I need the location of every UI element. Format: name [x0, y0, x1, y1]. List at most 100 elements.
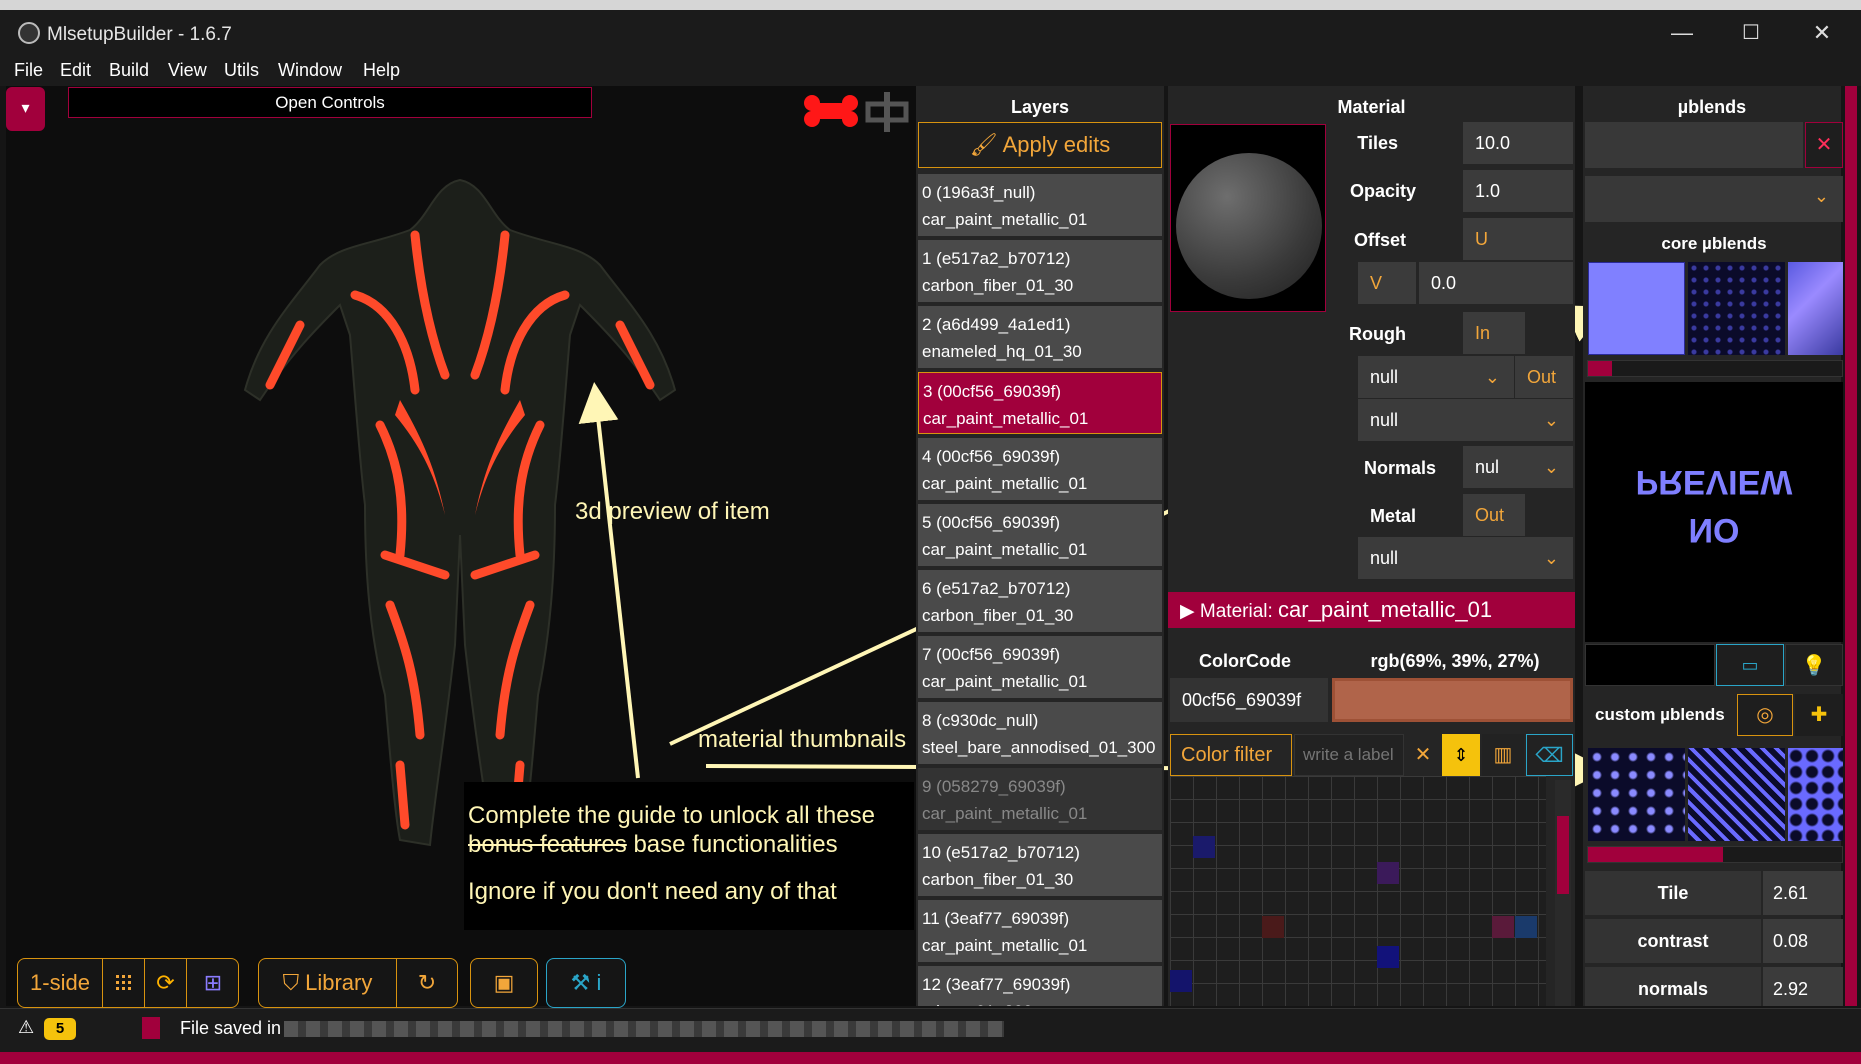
layer-item[interactable]: 4 (00cf56_69039f) car_paint_metallic_01 — [918, 438, 1162, 500]
scrollbar-thumb[interactable] — [1557, 816, 1569, 894]
layer-item[interactable]: 1 (e517a2_b70712) carbon_fiber_01_30 — [918, 240, 1162, 302]
clear-ublend-icon[interactable]: ✕ — [1805, 122, 1843, 168]
core-ublend-thumb[interactable] — [1788, 262, 1843, 355]
core-ublends-scrollbar[interactable] — [1587, 360, 1843, 377]
tiles-label: Tiles — [1357, 133, 1398, 153]
layer-item[interactable]: 12 (3eaf77_69039f) mirror_01_300 — [918, 966, 1162, 1006]
menu-view[interactable]: View — [168, 60, 207, 81]
layer-item[interactable]: 5 (00cf56_69039f) car_paint_metallic_01 — [918, 504, 1162, 566]
layer-item-disabled[interactable]: 9 (058279_69039f) car_paint_metallic_01 — [918, 768, 1162, 830]
custom-ublends-scrollbar[interactable] — [1587, 846, 1843, 863]
layer-item[interactable]: 6 (e517a2_b70712) carbon_fiber_01_30 — [918, 570, 1162, 632]
layer-item[interactable]: 7 (00cf56_69039f) car_paint_metallic_01 — [918, 636, 1162, 698]
menu-edit[interactable]: Edit — [60, 60, 91, 81]
metal-select[interactable]: null ⌄ — [1358, 537, 1573, 579]
sort-icon[interactable]: ⇕ — [1442, 734, 1480, 776]
build-info-button[interactable]: ⚒ i — [546, 958, 626, 1008]
color-filter-button[interactable]: Color filter — [1170, 734, 1292, 776]
package-button[interactable]: ▣ — [470, 958, 538, 1008]
material-collapse-bar[interactable]: ▶ Material: car_paint_metallic_01 — [1168, 592, 1575, 628]
lightbulb-icon[interactable]: 💡 — [1785, 644, 1843, 686]
minimize-button[interactable]: — — [1662, 20, 1702, 48]
material-sphere-preview[interactable] — [1170, 124, 1326, 312]
laptop-icon[interactable]: ▭ — [1716, 644, 1784, 686]
color-cell[interactable] — [1492, 916, 1514, 938]
clear-filter-icon[interactable]: ✕ — [1406, 734, 1440, 776]
core-ublend-thumb[interactable] — [1688, 262, 1785, 355]
custom-ublend-thumb[interactable] — [1688, 748, 1785, 841]
panel-scrollbar[interactable] — [1845, 86, 1857, 1006]
layer-item[interactable]: 0 (196a3f_null) car_paint_metallic_01 — [918, 174, 1162, 236]
rotate-button[interactable]: ⟳ — [145, 959, 187, 1007]
color-cell[interactable] — [1170, 970, 1192, 992]
filter-label-input[interactable] — [1294, 734, 1404, 776]
apply-edits-button[interactable]: 🖌 Apply edits — [918, 122, 1162, 168]
close-button[interactable]: ✕ — [1802, 20, 1842, 48]
view-toolbar: 1-side ⟳ ⊞ — [17, 958, 239, 1008]
tile-label: Tile — [1585, 871, 1761, 915]
warning-count-badge[interactable]: 5 — [44, 1018, 76, 1040]
color-cell[interactable] — [1377, 862, 1399, 884]
layer-item[interactable]: 2 (a6d499_4a1ed1) enameled_hq_01_30 — [918, 306, 1162, 368]
grid-scrollbar[interactable] — [1555, 780, 1571, 1006]
refresh-button[interactable]: ↻ — [397, 959, 457, 1007]
offset-v-input[interactable]: 0.0 — [1419, 262, 1573, 304]
uv-icon[interactable] — [864, 90, 910, 134]
layer-item[interactable]: 8 (c930dc_null) steel_bare_annodised_01_3… — [918, 702, 1162, 764]
color-cell[interactable] — [1515, 916, 1537, 938]
color-swatch[interactable] — [1332, 678, 1573, 722]
offset-u-input[interactable] — [1525, 218, 1573, 260]
color-cell[interactable] — [1377, 946, 1399, 968]
custom-ublend-thumb[interactable] — [1588, 748, 1685, 841]
contrast-input[interactable]: 0.08 — [1763, 919, 1843, 963]
preview-text-line-1: PREVIEW — [1635, 463, 1793, 501]
layer-material: car_paint_metallic_01 — [922, 540, 1088, 559]
rough-out-select[interactable]: null ⌄ — [1358, 399, 1573, 441]
layer-id: 8 (c930dc_null) — [922, 711, 1039, 730]
rough-in-select[interactable]: null ⌄ — [1358, 356, 1514, 398]
offset-label: Offset — [1353, 230, 1406, 250]
open-controls-bar[interactable]: Open Controls — [68, 87, 592, 118]
colorcode-value[interactable]: 00cf56_69039f — [1170, 678, 1328, 722]
layer-item[interactable]: 11 (3eaf77_69039f) car_paint_metallic_01 — [918, 900, 1162, 962]
core-ublend-thumb[interactable] — [1588, 262, 1685, 355]
ublend-path-field[interactable] — [1585, 122, 1803, 168]
color-cell[interactable] — [1262, 916, 1284, 938]
opacity-input[interactable]: 1.0 — [1463, 170, 1573, 212]
normals-select[interactable]: nul ⌄ — [1463, 446, 1573, 488]
material-title: Material — [1337, 97, 1406, 117]
color-grid[interactable] — [1170, 776, 1546, 1006]
layer-item[interactable]: 10 (e517a2_b70712) carbon_fiber_01_30 — [918, 834, 1162, 896]
puzzle-icon[interactable]: ✚ — [1795, 694, 1843, 736]
triangle-right-icon: ▶ — [1180, 601, 1195, 622]
library-button[interactable]: ⛉ Library — [259, 959, 397, 1007]
tiles-input[interactable]: 10.0 — [1463, 122, 1573, 164]
wireframe-button[interactable] — [103, 959, 145, 1007]
menu-build[interactable]: Build — [109, 60, 149, 81]
maximize-button[interactable]: ☐ — [1731, 20, 1771, 48]
palette-icon[interactable]: ▥ — [1482, 734, 1524, 776]
menu-file[interactable]: File — [14, 60, 43, 81]
ublend-select[interactable]: ⌄ — [1585, 176, 1843, 222]
scrollbar-thumb[interactable] — [1588, 361, 1612, 376]
uv-view-button[interactable]: ⊞ — [187, 959, 239, 1007]
controls-toggle-button[interactable]: ▾ — [6, 87, 45, 131]
menu-window[interactable]: Window — [278, 60, 342, 81]
menu-help[interactable]: Help — [363, 60, 400, 81]
guide-line-3: Ignore if you don't need any of that — [468, 878, 837, 905]
tile-input[interactable]: 2.61 — [1763, 871, 1843, 915]
layer-id: 1 (e517a2_b70712) — [922, 249, 1071, 268]
normals-ublend-input[interactable]: 2.92 — [1763, 967, 1843, 1006]
side-toggle-button[interactable]: 1-side — [18, 959, 103, 1007]
scrollbar-thumb[interactable] — [1588, 847, 1723, 862]
library-icon: ⛉ — [282, 970, 300, 995]
bone-icon[interactable] — [803, 94, 859, 128]
rough-out-value: null — [1370, 410, 1399, 430]
warning-icon[interactable]: ⚠ — [18, 1017, 34, 1038]
menu-utils[interactable]: Utils — [224, 60, 259, 81]
custom-ublend-thumb[interactable] — [1788, 748, 1843, 841]
eye-off-icon[interactable]: ◎ — [1737, 694, 1793, 736]
color-cell[interactable] — [1193, 836, 1215, 858]
layer-item-selected[interactable]: 3 (00cf56_69039f) car_paint_metallic_01 — [918, 372, 1162, 434]
eraser-icon[interactable]: ⌫ — [1526, 734, 1573, 776]
